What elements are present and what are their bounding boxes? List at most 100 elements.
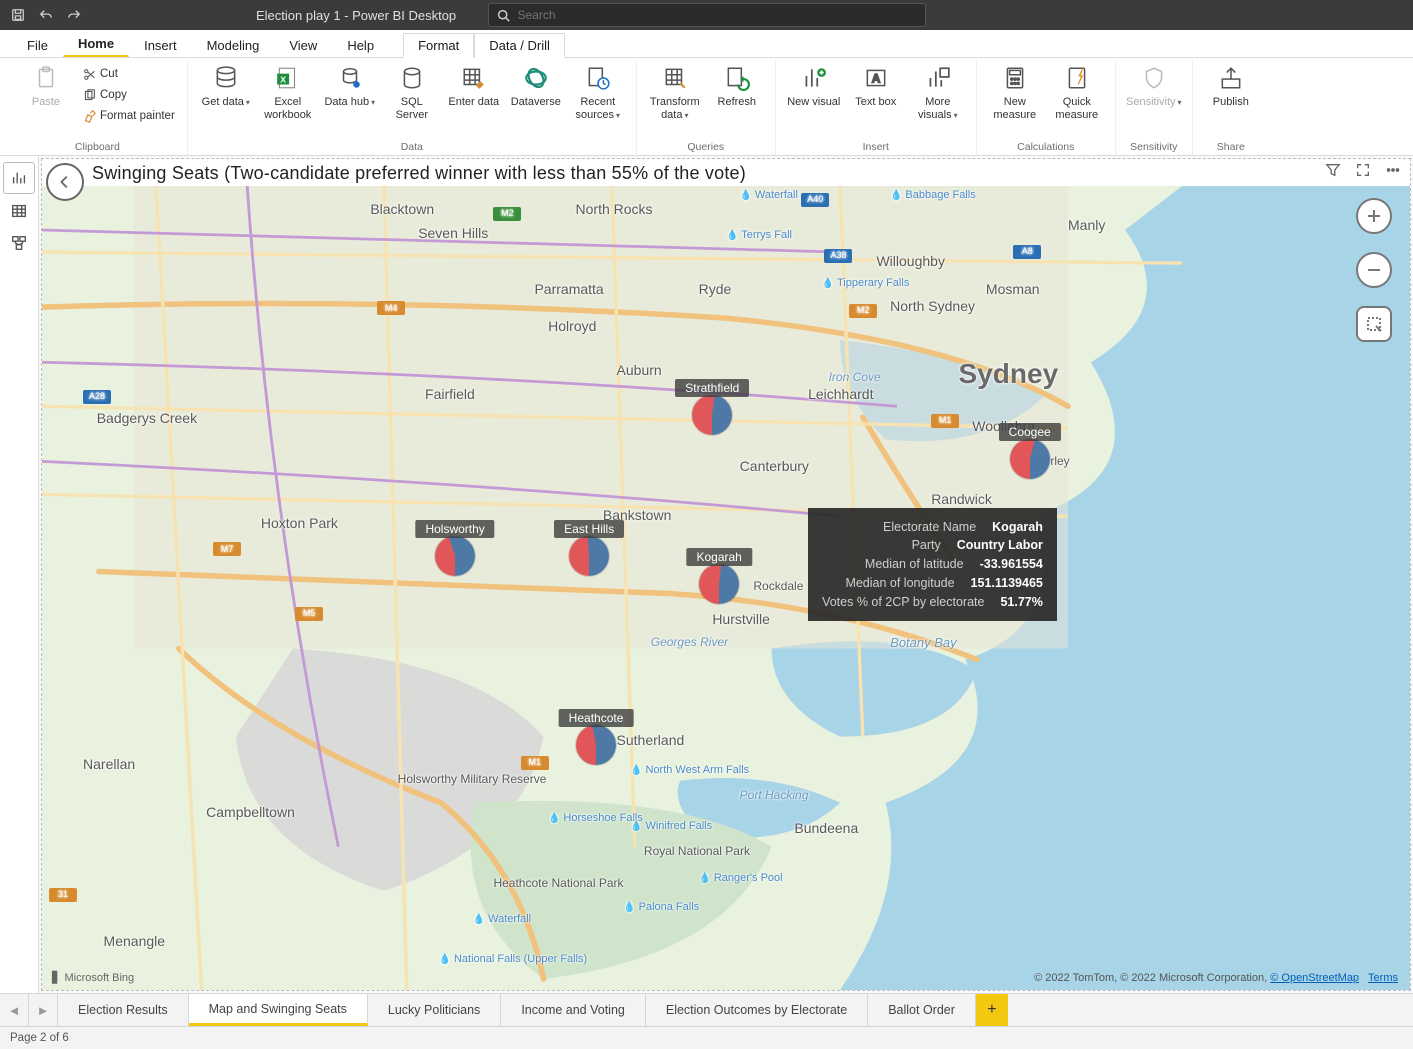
transform-icon: [661, 64, 689, 92]
excel-button[interactable]: XExcel workbook: [258, 62, 318, 123]
recent-sources-button[interactable]: Recent sources▾: [568, 62, 628, 123]
ribbon-group-share: Publish Share: [1193, 60, 1269, 155]
table-pencil-icon: [460, 64, 488, 92]
data-hub-button[interactable]: Data hub▾: [320, 62, 380, 111]
refresh-icon: [723, 64, 751, 92]
search-box[interactable]: [488, 3, 926, 27]
ribbon-tab-data-drill[interactable]: Data / Drill: [474, 33, 565, 58]
report-view-button[interactable]: [3, 162, 35, 194]
page-tab[interactable]: Income and Voting: [501, 994, 646, 1026]
text-box-button[interactable]: AText box: [846, 62, 906, 111]
focus-mode-icon[interactable]: [1354, 161, 1372, 179]
ribbon-tab-insert[interactable]: Insert: [129, 33, 192, 57]
quick-measure-button[interactable]: Quick measure: [1047, 62, 1107, 123]
zoom-out-button[interactable]: [1356, 252, 1392, 288]
refresh-button[interactable]: Refresh: [707, 62, 767, 111]
osm-link[interactable]: © OpenStreetMap: [1270, 972, 1359, 984]
page-tab[interactable]: Lucky Politicians: [368, 994, 501, 1026]
page-prev-button[interactable]: ◄: [0, 994, 29, 1026]
cut-button[interactable]: Cut: [78, 64, 179, 84]
ribbon-group-sensitivity: Sensitivity▾ Sensitivity: [1116, 60, 1193, 155]
page-tab[interactable]: Election Outcomes by Electorate: [646, 994, 868, 1026]
page-next-button[interactable]: ►: [29, 994, 58, 1026]
format-painter-button[interactable]: Format painter: [78, 106, 179, 126]
ribbon-group-insert: New visual AText box More visuals▾ Inser…: [776, 60, 977, 155]
data-view-button[interactable]: [4, 196, 34, 226]
undo-icon[interactable]: [34, 3, 58, 27]
ribbon-tab-home[interactable]: Home: [63, 31, 129, 57]
terms-link[interactable]: Terms: [1368, 972, 1398, 984]
workspace: Swinging Seats (Two-candidate preferred …: [0, 156, 1413, 993]
copy-button[interactable]: Copy: [78, 85, 179, 105]
hub-icon: [336, 64, 364, 92]
enter-data-button[interactable]: Enter data: [444, 62, 504, 111]
ribbon-group-clipboard: Paste Cut Copy Format painter Clipboard: [8, 60, 188, 155]
ribbon-group-calculations: New measure Quick measure Calculations: [977, 60, 1116, 155]
shield-label-icon: [1140, 64, 1168, 92]
dataverse-icon: [522, 64, 550, 92]
ribbon-tabs: File Home Insert Modeling View Help Form…: [0, 30, 1413, 58]
electorate-tag: Strathfield: [675, 379, 749, 397]
electorate-tag: Coogee: [999, 423, 1061, 441]
new-measure-button[interactable]: New measure: [985, 62, 1045, 123]
pie-icon: [569, 536, 609, 576]
electorate-marker[interactable]: Heathcote: [576, 725, 616, 765]
recent-icon: [584, 64, 612, 92]
ribbon-tab-help[interactable]: Help: [332, 33, 389, 57]
svg-text:A: A: [871, 71, 880, 85]
calculator-icon: [1001, 64, 1029, 92]
electorate-marker[interactable]: Holsworthy: [435, 536, 475, 576]
map-visual[interactable]: Swinging Seats (Two-candidate preferred …: [42, 159, 1410, 990]
sql-server-button[interactable]: SQL Server: [382, 62, 442, 123]
pie-icon: [692, 395, 732, 435]
page-indicator: Page 2 of 6: [10, 1032, 69, 1044]
page-tab[interactable]: Election Results: [58, 994, 189, 1026]
brush-icon: [82, 109, 96, 123]
search-icon: [497, 9, 510, 22]
page-tab[interactable]: Map and Swinging Seats: [189, 994, 368, 1026]
ribbon-tab-format[interactable]: Format: [403, 33, 474, 58]
bing-logo: ▋Microsoft Bing: [52, 971, 134, 984]
electorate-marker[interactable]: Kogarah: [699, 564, 739, 604]
filter-icon[interactable]: [1324, 161, 1342, 179]
svg-text:X: X: [280, 74, 286, 84]
ribbon-tab-modeling[interactable]: Modeling: [192, 33, 275, 57]
map-area[interactable]: Electorate NameKogarah PartyCountry Labo…: [42, 186, 1410, 990]
ribbon-tab-file[interactable]: File: [12, 33, 63, 57]
map-lasso-button[interactable]: [1356, 306, 1392, 342]
page-tab[interactable]: Ballot Order: [868, 994, 976, 1026]
save-icon[interactable]: [6, 3, 30, 27]
report-canvas[interactable]: Swinging Seats (Two-candidate preferred …: [39, 156, 1413, 993]
page-tab-strip: ◄ ► Election ResultsMap and Swinging Sea…: [0, 993, 1413, 1026]
electorate-marker[interactable]: Coogee: [1010, 439, 1050, 479]
transform-data-button[interactable]: Transform data▾: [645, 62, 705, 123]
model-view-button[interactable]: [4, 228, 34, 258]
electorate-marker[interactable]: Strathfield: [692, 395, 732, 435]
title-bar: Election play 1 - Power BI Desktop: [0, 0, 1413, 30]
status-bar: Page 2 of 6: [0, 1026, 1413, 1049]
search-input[interactable]: [516, 7, 917, 23]
get-data-button[interactable]: Get data▾: [196, 62, 256, 111]
pie-icon: [576, 725, 616, 765]
more-options-icon[interactable]: [1384, 161, 1402, 179]
sql-icon: [398, 64, 426, 92]
ribbon: Paste Cut Copy Format painter Clipboard …: [0, 58, 1413, 156]
pie-icon: [1010, 439, 1050, 479]
dataverse-button[interactable]: Dataverse: [506, 62, 566, 111]
add-page-button[interactable]: +: [976, 994, 1008, 1026]
more-visuals-button[interactable]: More visuals▾: [908, 62, 968, 123]
view-switcher: [0, 156, 39, 993]
ribbon-tab-view[interactable]: View: [274, 33, 332, 57]
focus-mode-back-button[interactable]: [46, 163, 84, 201]
redo-icon[interactable]: [62, 3, 86, 27]
pie-icon: [435, 536, 475, 576]
electorate-tag: Kogarah: [686, 548, 751, 566]
zoom-in-button[interactable]: [1356, 198, 1392, 234]
ribbon-group-data: Get data▾ XExcel workbook Data hub▾ SQL …: [188, 60, 637, 155]
sensitivity-button: Sensitivity▾: [1124, 62, 1184, 111]
new-visual-button[interactable]: New visual: [784, 62, 844, 111]
publish-button[interactable]: Publish: [1201, 62, 1261, 111]
paste-button: Paste: [16, 62, 76, 111]
electorate-marker[interactable]: East Hills: [569, 536, 609, 576]
electorate-tag: East Hills: [554, 520, 624, 538]
